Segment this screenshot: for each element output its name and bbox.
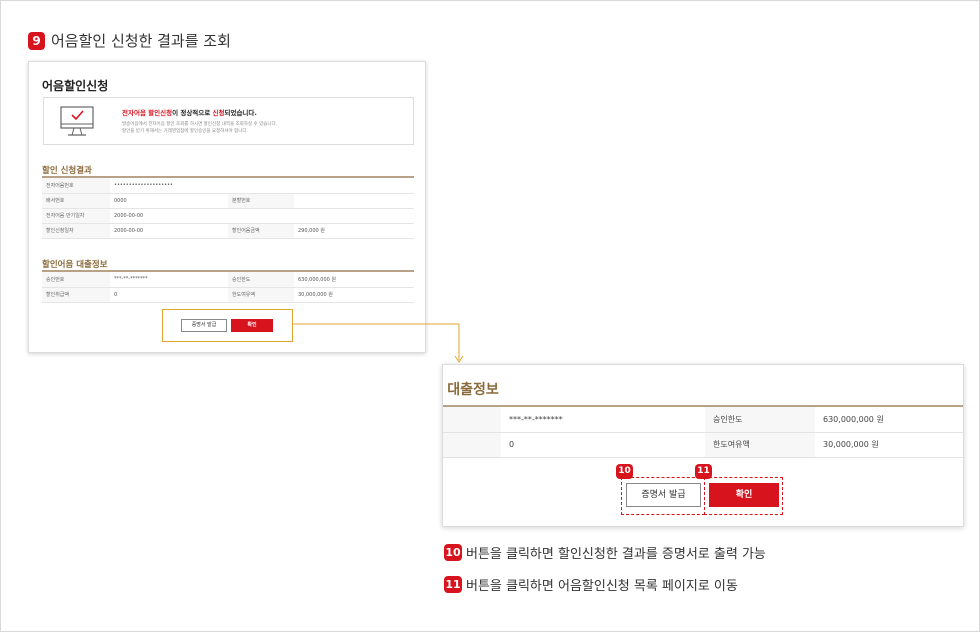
notice-sub-text-2: 할인을 받기 위해서는 거래영업점에 할인승인을 요청하셔야 합니다. [122,129,248,134]
zoom-certificate-issue-button[interactable]: 증명서 발급 [626,483,701,507]
completion-notice-box: 전자어음 할인신청이 정상적으로 신청되었습니다. 발송어음에서 전자어음 할인… [43,97,414,145]
loan-table: 승인번호 ***-**-******* 승인한도 630,000,000 원 할… [42,272,414,303]
zoom-section-title: · 대출정보 [442,382,499,398]
legend-item-10: 10 버튼을 클릭하면 할인신청한 결과를 증명서로 출력 가능 [444,542,766,562]
badge-10: 10 [616,464,633,479]
table-row: 배서번호 0000 분할번호 [42,193,414,209]
monitor-check-icon [60,106,94,136]
legend-badge-10: 10 [444,544,462,561]
confirm-button[interactable]: 확인 [231,319,273,332]
table-row: 할인신청일자 2000-00-00 할인어음금액 290,000 원 [42,223,414,239]
notice-sub-text-1: 발송어음에서 전자어음 할인 조회를 하시면 할인신청 내역을 조회하실 수 있… [122,122,278,127]
legend-text-10: 버튼을 클릭하면 할인신청한 결과를 증명서로 출력 가능 [466,547,766,562]
notice-main-text: 전자어음 할인신청이 정상적으로 신청되었습니다. [122,109,257,117]
result-page-screenshot: 어음할인신청 전자어음 할인신청이 정상적으로 신청되었습니다. 발송어음에서 … [28,61,426,353]
step-number-badge: 9 [28,31,45,50]
result-table: 전자어음번호 •••••••••••••••••••• 배서번호 0000 분할… [42,178,414,239]
legend-text-11: 버튼을 클릭하면 어음할인신청 목록 페이지로 이동 [466,579,738,594]
table-row: 전자어음 만기일자 2000-00-00 [42,208,414,224]
zoom-loan-table: ***-**-******* 승인한도 630,000,000 원 0 한도여유… [443,407,963,458]
certificate-issue-button[interactable]: 증명서 발급 [181,319,227,332]
page-title: 어음할인신청 [42,79,109,93]
legend-item-11: 11 버튼을 클릭하면 어음할인신청 목록 페이지로 이동 [444,574,738,594]
table-row: 승인번호 ***-**-******* 승인한도 630,000,000 원 [42,272,414,288]
badge-11: 11 [695,464,712,479]
zoom-confirm-button[interactable]: 확인 [709,483,779,507]
table-row: 할인취급액 0 한도여유액 30,000,000 원 [42,287,414,303]
loan-section-title: 할인어음 대출정보 [42,260,108,270]
legend-badge-11: 11 [444,576,462,593]
table-row: 0 한도여유액 30,000,000 원 [443,432,963,458]
step-title-text: 어음할인 신청한 결과를 조회 [51,32,231,50]
result-section-title: 할인 신청결과 [42,166,92,176]
step-heading: 9 어음할인 신청한 결과를 조회 [28,30,231,50]
table-row: 전자어음번호 •••••••••••••••••••• [42,178,414,194]
table-row: ***-**-******* 승인한도 630,000,000 원 [443,407,963,433]
zoomed-detail-panel: · 대출정보 ***-**-******* 승인한도 630,000,000 원… [442,364,964,527]
